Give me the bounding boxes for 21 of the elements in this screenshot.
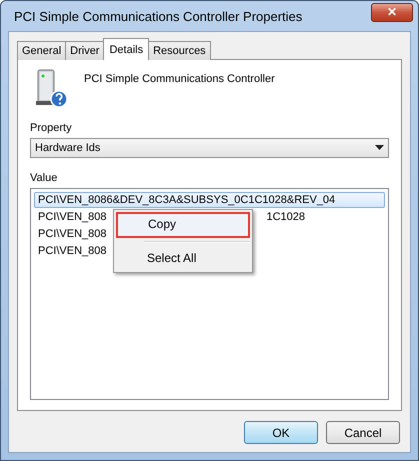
list-item[interactable]: PCI\VEN_808 (34, 208, 110, 224)
tab[interactable]: Details (103, 38, 150, 60)
tab[interactable]: Resources (148, 41, 211, 60)
menu-item[interactable]: Select All (116, 246, 250, 270)
list-item-text: 1C1028 (265, 210, 306, 224)
window-title: PCI Simple Communications Controller Properties (13, 8, 302, 24)
list-item[interactable]: PCI\VEN_808 (34, 242, 110, 258)
value-label: Value (30, 172, 58, 184)
device-icon (34, 68, 68, 108)
device-name: PCI Simple Communications Controller (84, 73, 275, 85)
dialog-button[interactable]: OK (244, 421, 318, 444)
list-item[interactable]: PCI\VEN_808 (34, 226, 110, 242)
property-label: Property (30, 122, 73, 134)
close-button[interactable]: ✕ (371, 2, 413, 22)
dialog-button[interactable]: Cancel (326, 421, 400, 444)
tab[interactable]: Driver (65, 41, 104, 60)
property-dropdown[interactable]: Hardware Ids (30, 138, 389, 158)
dropdown-arrow-icon (375, 145, 384, 151)
menu-item[interactable]: Copy (116, 212, 250, 238)
tab[interactable]: General (17, 41, 66, 60)
list-item[interactable]: PCI\VEN_8086&DEV_8C3A&SUBSYS_0C1C1028&REV_04 (34, 192, 385, 208)
